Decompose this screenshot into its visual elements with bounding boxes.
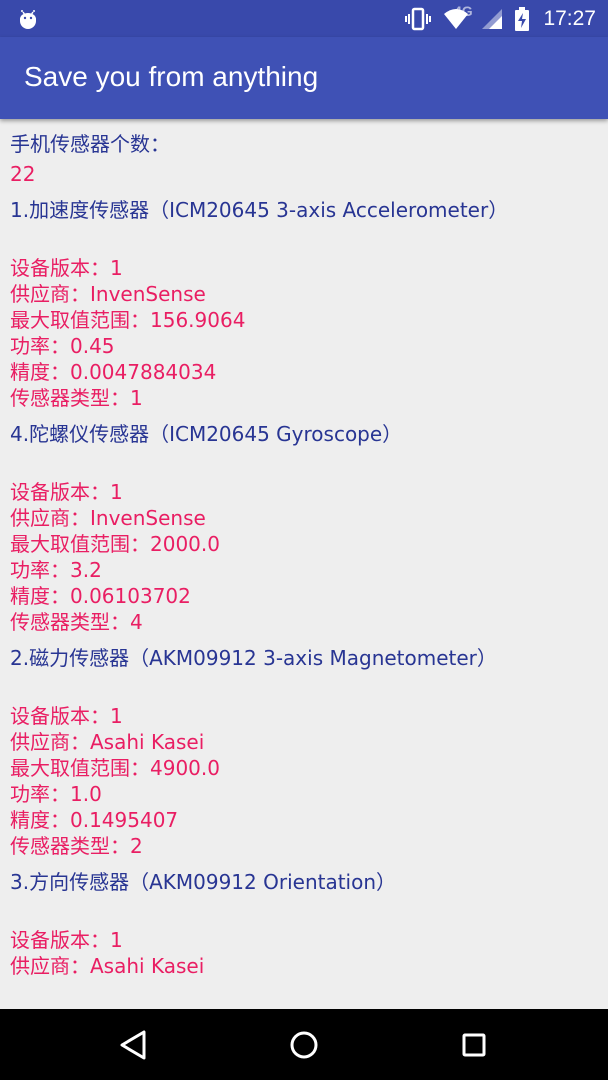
- android-debug-icon: [20, 10, 36, 29]
- navigation-bar: [0, 1009, 608, 1080]
- sensor-count-value: 22: [10, 162, 36, 186]
- app-title: Save you from anything: [24, 61, 319, 92]
- sensor-count-label: 手机传感器个数：: [10, 132, 170, 156]
- wifi-icon: [444, 8, 469, 29]
- back-triangle-icon[interactable]: [116, 1027, 152, 1063]
- sensor-title: 4.陀螺仪传感器（ICM20645 Gyroscope）: [10, 422, 403, 446]
- home-circle-icon[interactable]: [286, 1027, 322, 1063]
- sensor-title: 2.磁力传感器（AKM09912 3-axis Magnetometer）: [10, 646, 497, 670]
- sensor-max-range: 最大取值范围：2000.0: [10, 532, 220, 556]
- sensor-version: 设备版本：1: [10, 480, 123, 504]
- sensor-type: 传感器类型：2: [10, 834, 143, 858]
- status-bar: 4G 17:27: [0, 0, 608, 37]
- sensor-vendor: 供应商：Asahi Kasei: [10, 954, 205, 978]
- sensor-version: 设备版本：1: [10, 256, 123, 280]
- sensor-resolution: 精度：0.06103702: [10, 584, 191, 608]
- sensor-resolution: 精度：0.0047884034: [10, 360, 217, 384]
- sensor-power: 功率：0.45: [10, 334, 115, 358]
- battery-charging-icon: [515, 6, 530, 31]
- sensor-max-range: 最大取值范围：156.9064: [10, 308, 246, 332]
- sensor-title: 3.方向传感器（AKM09912 Orientation）: [10, 870, 397, 894]
- vibrate-icon: [405, 7, 432, 30]
- status-time: 17:27: [543, 6, 596, 30]
- sensor-list-scroll[interactable]: 手机传感器个数： 22 1.加速度传感器（ICM20645 3-axis Acc…: [0, 119, 608, 1009]
- sensor-title: 1.加速度传感器（ICM20645 3-axis Accelerometer）: [10, 198, 509, 222]
- sensor-power: 功率：3.2: [10, 558, 102, 582]
- sensor-vendor: 供应商：InvenSense: [10, 282, 206, 306]
- sensor-max-range: 最大取值范围：4900.0: [10, 756, 220, 780]
- recents-square-icon[interactable]: [456, 1027, 492, 1063]
- sensor-version: 设备版本：1: [10, 928, 123, 952]
- app-bar: Save you from anything: [0, 37, 608, 119]
- sensor-version: 设备版本：1: [10, 704, 123, 728]
- cell-signal-icon: [482, 8, 503, 29]
- sensor-vendor: 供应商：Asahi Kasei: [10, 730, 205, 754]
- sensor-resolution: 精度：0.1495407: [10, 808, 179, 832]
- sensor-type: 传感器类型：1: [10, 386, 143, 410]
- sensor-type: 传感器类型：4: [10, 610, 143, 634]
- sensor-vendor: 供应商：InvenSense: [10, 506, 206, 530]
- sensor-power: 功率：1.0: [10, 782, 102, 806]
